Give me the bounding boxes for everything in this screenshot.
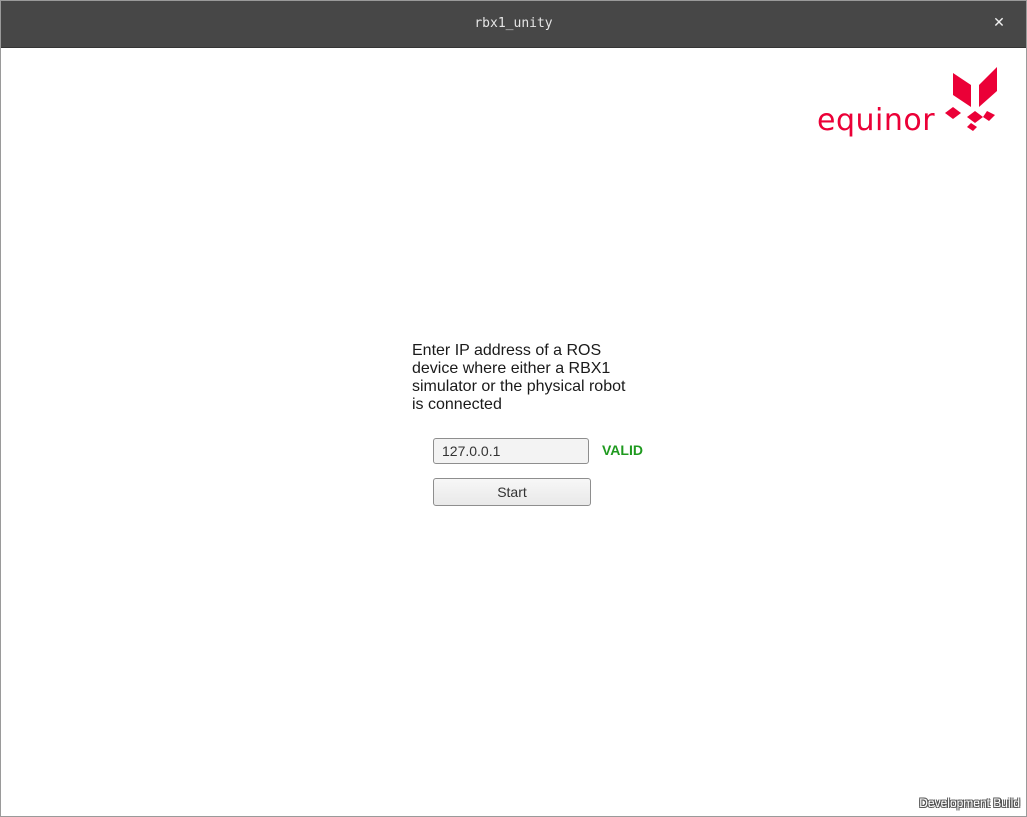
close-icon[interactable]: ✕ [990,14,1008,32]
title-bar[interactable]: rbx1_unity ✕ [1,1,1026,48]
equinor-star-icon [945,67,997,131]
ip-address-input[interactable] [433,438,589,464]
logo-text: equinor [817,103,936,138]
app-window: rbx1_unity ✕ equinor Enter IP address of… [0,0,1027,817]
window-title: rbx1_unity [474,16,553,31]
app-content: equinor Enter IP address of a ROS device… [1,48,1026,816]
ip-prompt-text: Enter IP address of a ROS device where e… [412,342,626,413]
development-build-label: Development Build [919,796,1020,810]
equinor-logo: equinor [817,67,1002,142]
validation-status-label: VALID [602,442,643,458]
start-button[interactable]: Start [433,478,591,506]
